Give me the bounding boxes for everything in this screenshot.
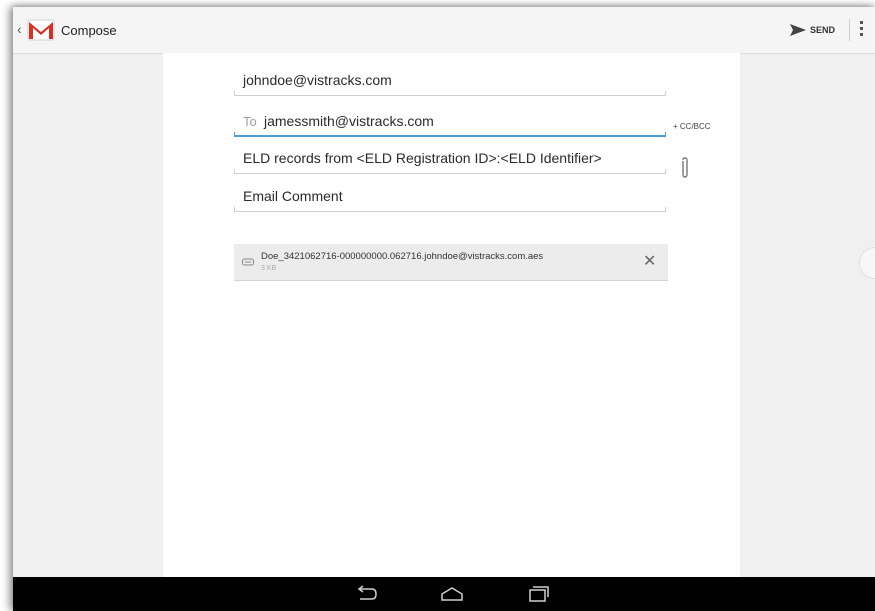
action-divider xyxy=(849,19,850,41)
send-icon xyxy=(790,24,806,36)
back-icon[interactable] xyxy=(354,584,380,604)
body-value: Email Comment xyxy=(243,188,343,204)
overflow-menu-icon[interactable] xyxy=(860,21,864,39)
to-value: jamessmith@vistracks.com xyxy=(264,113,434,129)
subject-field[interactable]: ELD records from <ELD Registration ID>:<… xyxy=(234,138,666,174)
action-bar: ‹ Compose SEND xyxy=(13,7,875,54)
attachment-item[interactable]: Doe_3421062716-000000000.062716.johndoe@… xyxy=(234,244,668,281)
gmail-icon[interactable] xyxy=(25,14,57,46)
subject-value: ELD records from <ELD Registration ID>:<… xyxy=(243,150,602,166)
cc-bcc-button[interactable]: + CC/BCC xyxy=(673,122,711,131)
up-caret-icon[interactable]: ‹ xyxy=(17,21,22,37)
remove-attachment-button[interactable]: ✕ xyxy=(643,254,656,270)
attachment-filename: Doe_3421062716-000000000.062716.johndoe@… xyxy=(261,251,544,262)
from-value: johndoe@vistracks.com xyxy=(243,72,392,88)
compose-sheet: johndoe@vistracks.com To jamessmith@vist… xyxy=(163,53,740,577)
from-field[interactable]: johndoe@vistracks.com xyxy=(234,60,666,96)
to-field[interactable]: To jamessmith@vistracks.com xyxy=(234,101,666,137)
send-button[interactable]: SEND xyxy=(790,19,835,41)
tablet-screen: ‹ Compose SEND johndoe@vistracks.com To … xyxy=(13,7,875,611)
attachment-file-icon xyxy=(242,258,254,266)
send-label: SEND xyxy=(810,25,836,35)
screenshot-frame: ‹ Compose SEND johndoe@vistracks.com To … xyxy=(0,0,875,611)
body-field[interactable]: Email Comment xyxy=(234,176,666,212)
paperclip-icon[interactable] xyxy=(680,157,690,179)
recents-icon[interactable] xyxy=(525,584,551,604)
home-icon[interactable] xyxy=(439,584,465,604)
to-label: To xyxy=(243,114,257,129)
page-title: Compose xyxy=(61,23,117,38)
system-nav-bar xyxy=(13,577,875,611)
drawer-handle[interactable] xyxy=(859,247,875,279)
attachment-size: 3 KB xyxy=(261,265,277,272)
